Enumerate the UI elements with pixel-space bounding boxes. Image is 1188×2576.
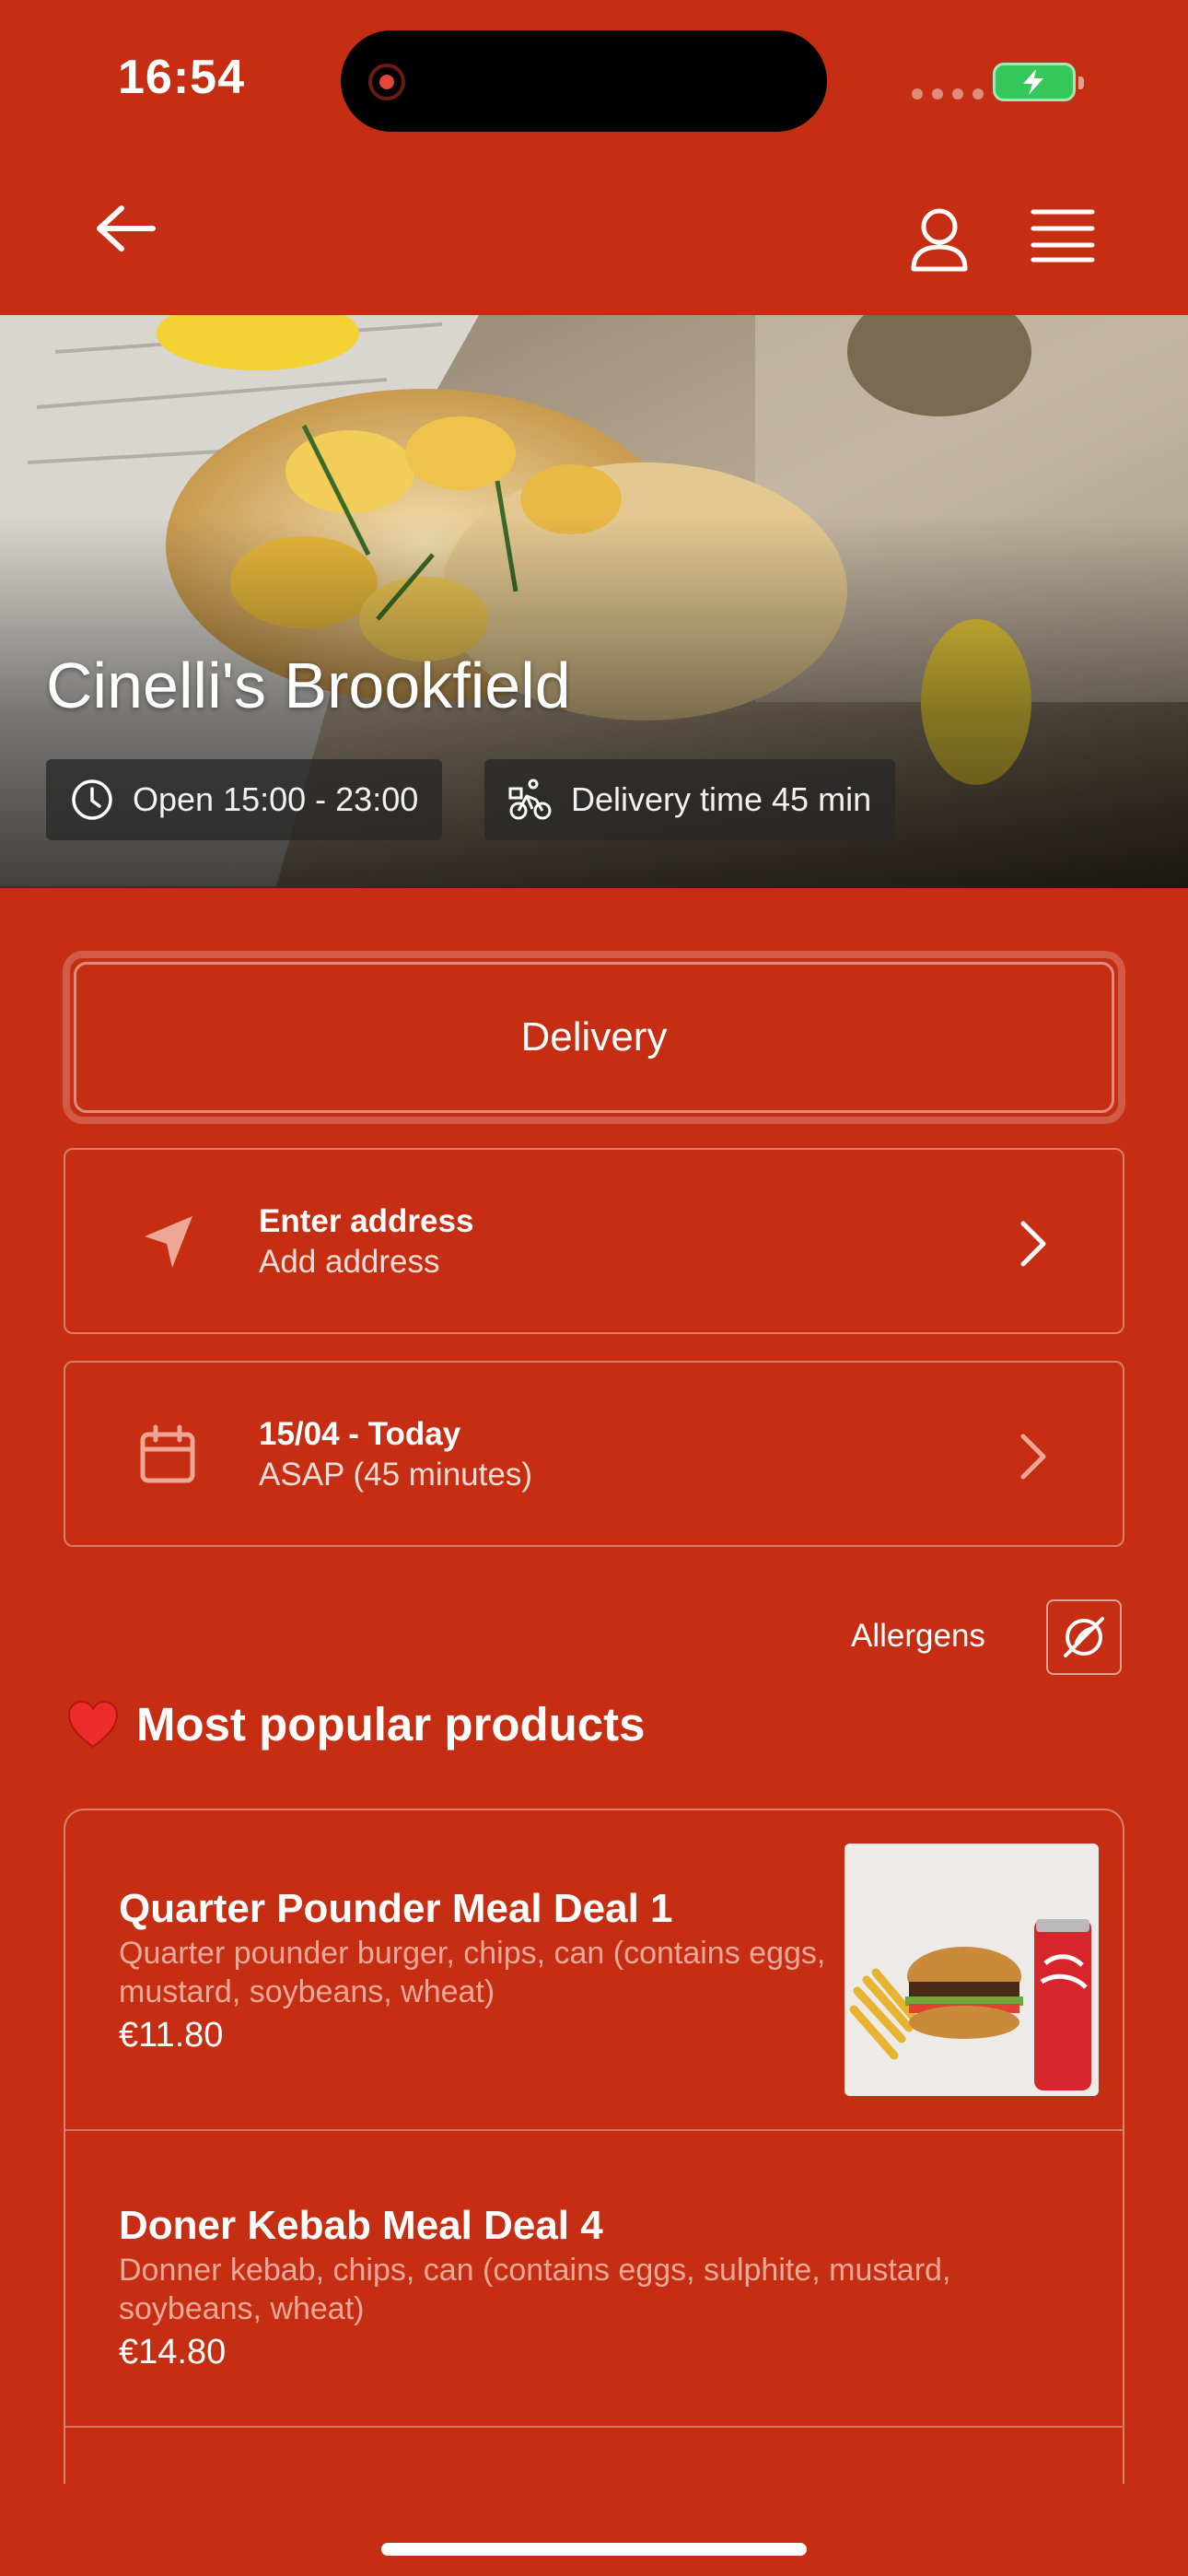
recording-indicator-icon	[368, 64, 405, 100]
product-image	[844, 1844, 1099, 2096]
calendar-icon	[140, 1424, 195, 1483]
time-subtitle: ASAP (45 minutes)	[259, 1457, 532, 1493]
top-nav	[0, 157, 1188, 315]
popular-products-heading: Most popular products	[66, 1697, 645, 1751]
delivery-time-badge: Delivery time 45 min	[484, 759, 896, 840]
product-description: Quarter pounder burger, chips, can (cont…	[119, 1936, 826, 2009]
section-title: Most popular products	[136, 1698, 646, 1751]
product-price: €11.80	[119, 2016, 224, 2055]
battery-icon	[993, 63, 1084, 101]
location-arrow-icon	[145, 1216, 192, 1268]
product-description: Donner kebab, chips, can (contains eggs,…	[119, 2253, 951, 2326]
restaurant-hero: Cinelli's Brookfield Open 15:00 - 23:00 …	[0, 315, 1188, 888]
clock-icon	[72, 779, 112, 820]
product-name: Quarter Pounder Meal Deal 1	[119, 1886, 673, 1931]
address-subtitle: Add address	[259, 1244, 440, 1280]
chevron-right-icon	[1020, 1434, 1046, 1480]
user-icon[interactable]	[904, 205, 974, 275]
time-title: 15/04 - Today	[259, 1416, 461, 1452]
product-item[interactable]: Doner Kebab Meal Deal 4 Donner kebab, ch…	[65, 2131, 1123, 2428]
product-info: Quarter Pounder Meal Deal 1 Quarter poun…	[119, 1884, 856, 2057]
chevron-right-icon	[1020, 1221, 1046, 1267]
no-allergens-icon	[1064, 1617, 1104, 1657]
signal-icon	[912, 88, 984, 100]
dynamic-island	[341, 30, 827, 132]
home-indicator[interactable]	[381, 2543, 807, 2556]
time-text: 15/04 - Today ASAP (45 minutes)	[259, 1414, 532, 1495]
allergens-label: Allergens	[851, 1618, 985, 1654]
arrow-left-icon[interactable]	[92, 201, 166, 256]
restaurant-name: Cinelli's Brookfield	[46, 650, 571, 721]
hamburger-menu-icon[interactable]	[1028, 206, 1098, 265]
allergens-filter-button[interactable]	[1046, 1599, 1122, 1675]
opening-hours-text: Open 15:00 - 23:00	[133, 780, 419, 818]
delivery-mode-label: Delivery	[74, 962, 1114, 1113]
product-price: €14.80	[119, 2333, 227, 2371]
product-list: Quarter Pounder Meal Deal 1 Quarter poun…	[64, 1809, 1124, 2484]
delivery-time-selector[interactable]: 15/04 - Today ASAP (45 minutes)	[64, 1361, 1124, 1547]
status-bar: 16:54	[0, 0, 1188, 157]
address-selector[interactable]: Enter address Add address	[64, 1148, 1124, 1334]
product-name: Doner Kebab Meal Deal 4	[119, 2203, 603, 2248]
status-time: 16:54	[118, 51, 245, 104]
address-text: Enter address Add address	[259, 1201, 473, 1282]
delivery-time-text: Delivery time 45 min	[571, 780, 872, 818]
delivery-mode-button[interactable]: Delivery	[63, 951, 1125, 1124]
product-info: Doner Kebab Meal Deal 4 Donner kebab, ch…	[119, 2201, 1095, 2374]
heart-icon	[67, 1700, 119, 1748]
address-title: Enter address	[259, 1203, 474, 1239]
product-item[interactable]: Quarter Pounder Meal Deal 1 Quarter poun…	[65, 1810, 1123, 2131]
bike-courier-icon	[508, 779, 552, 820]
opening-hours-badge: Open 15:00 - 23:00	[46, 759, 443, 840]
